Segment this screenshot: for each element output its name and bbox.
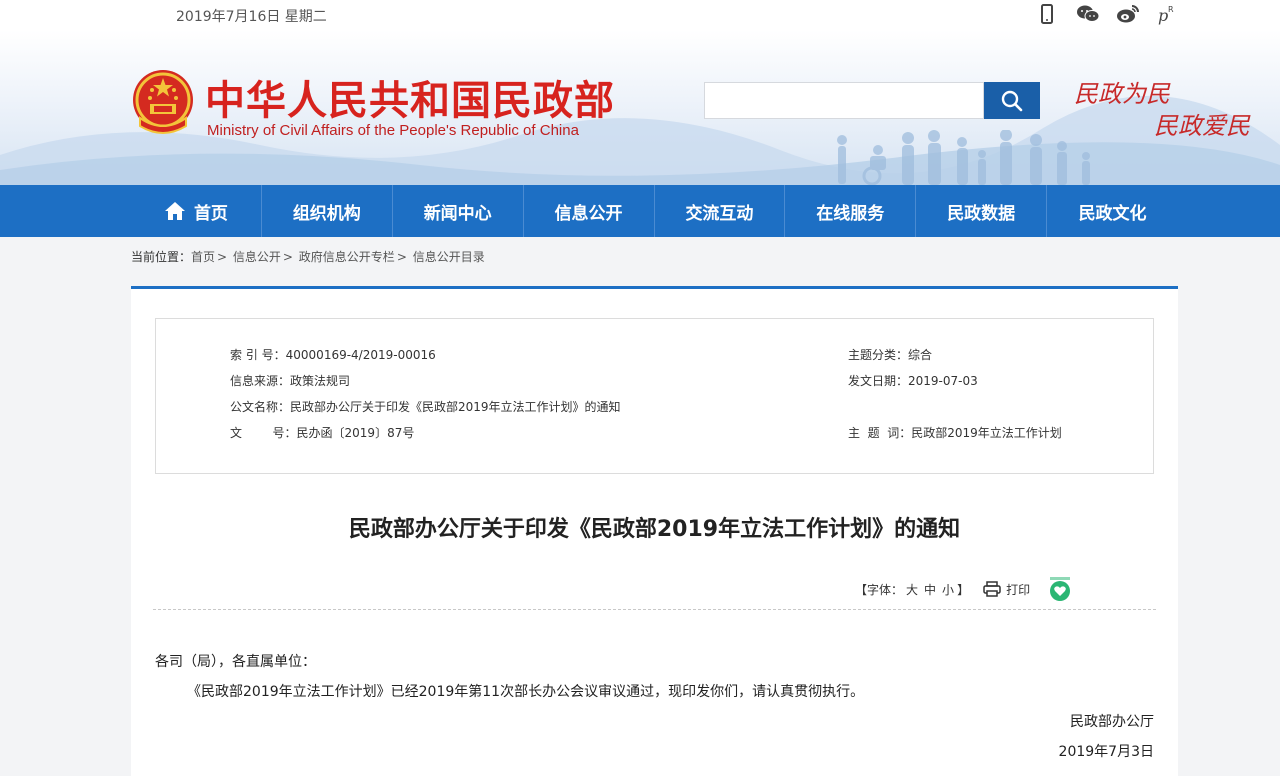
print-button[interactable]: 打印	[983, 581, 1030, 598]
meta-source: 信息来源：政策法规司	[230, 372, 350, 389]
nav-item-data[interactable]: 民政数据	[916, 185, 1048, 237]
svg-text:p: p	[1158, 6, 1168, 25]
meta-date: 发文日期：2019-07-03	[848, 372, 978, 389]
nav-item-organization[interactable]: 组织机构	[262, 185, 393, 237]
meta-keywords-label: 主 题 词：	[848, 426, 912, 440]
meta-category-label: 主题分类：	[848, 348, 909, 362]
main-content: 索 引 号：40000169-4/2019-00016 信息来源：政策法规司 公…	[131, 286, 1178, 776]
meta-category: 主题分类：综合	[848, 346, 932, 363]
search-box	[704, 82, 1040, 119]
meta-date-label: 发文日期：	[848, 374, 909, 388]
font-size-small[interactable]: 小	[942, 581, 954, 598]
meta-index: 索 引 号：40000169-4/2019-00016	[230, 346, 436, 363]
main-nav: 首页 组织机构 新闻中心 信息公开 交流互动 在线服务 民政数据 民政文化	[0, 185, 1280, 237]
document-greeting: 各司（局），各直属单位：	[155, 654, 316, 670]
wechat-icon[interactable]	[1076, 3, 1100, 25]
meta-keywords-value: 民政部2019年立法工作计划	[911, 426, 1062, 440]
printer-icon	[983, 581, 1001, 597]
breadcrumb-prefix: 当前位置：	[131, 250, 192, 264]
document-metadata-box: 索 引 号：40000169-4/2019-00016 信息来源：政策法规司 公…	[155, 318, 1154, 474]
share-icon[interactable]	[1048, 577, 1072, 601]
font-size-large[interactable]: 大	[906, 581, 918, 598]
nav-item-home[interactable]: 首页	[131, 185, 262, 237]
meta-doc-name-label: 公文名称：	[230, 400, 291, 414]
article-tools: 【字体： 大 中 小 】 打印	[855, 577, 1072, 601]
slogan-line-2: 民政爱民	[1154, 112, 1250, 140]
site-subtitle: Ministry of Civil Affairs of the People'…	[207, 122, 579, 139]
national-emblem-icon[interactable]	[130, 68, 196, 138]
weibo-icon[interactable]	[1116, 3, 1139, 25]
divider	[153, 609, 1156, 610]
search-button[interactable]	[984, 82, 1040, 119]
breadcrumb-info-disclosure[interactable]: 信息公开	[233, 250, 281, 264]
meta-keywords: 主 题 词：民政部2019年立法工作计划	[848, 424, 1062, 441]
site-title[interactable]: 中华人民共和国民政部	[205, 68, 615, 126]
breadcrumb-info-catalog[interactable]: 信息公开目录	[413, 250, 485, 264]
meta-doc-name-value: 民政部办公厅关于印发《民政部2019年立法工作计划》的通知	[290, 400, 621, 414]
document-paragraph: 《民政部2019年立法工作计划》已经2019年第11次部长办公会议审议通过，现印…	[187, 684, 865, 700]
meta-doc-number-label: 文 号：	[230, 426, 297, 440]
mobile-icon[interactable]	[1036, 3, 1058, 25]
meta-source-value: 政策法规司	[290, 374, 351, 388]
site-header: 中华人民共和国民政部 Ministry of Civil Affairs of …	[0, 30, 1280, 185]
slogan-line-1: 民政为民	[1074, 80, 1170, 108]
meta-category-value: 综合	[908, 348, 933, 362]
search-input[interactable]	[704, 82, 984, 119]
meta-date-value: 2019-07-03	[908, 374, 978, 388]
document-sign-date: 2019年7月3日	[1058, 744, 1154, 760]
meta-index-label: 索 引 号：	[230, 348, 286, 362]
search-icon	[1001, 90, 1023, 111]
meta-index-value: 40000169-4/2019-00016	[285, 348, 436, 362]
nav-item-culture[interactable]: 民政文化	[1047, 185, 1178, 237]
nav-item-interaction[interactable]: 交流互动	[655, 185, 786, 237]
meta-doc-number: 文 号：民办函〔2019〕87号	[230, 424, 414, 441]
top-utility-bar: 2019年7月16日 星期二 pR	[0, 0, 1280, 30]
meta-doc-name: 公文名称：民政部办公厅关于印发《民政部2019年立法工作计划》的通知	[230, 398, 621, 415]
breadcrumb: 当前位置：首页 > 信息公开 > 政府信息公开专栏 > 信息公开目录	[131, 250, 485, 264]
people-silhouette-graphic	[837, 130, 1090, 185]
home-icon	[164, 202, 185, 220]
svg-text:R: R	[1168, 5, 1174, 14]
font-size-bracket-end: 】	[957, 582, 970, 597]
print-label: 打印	[1006, 582, 1031, 597]
top-icons: pR	[1036, 3, 1178, 25]
font-size-medium[interactable]: 中	[924, 581, 936, 598]
breadcrumb-home[interactable]: 首页	[191, 250, 215, 264]
font-size-label: 【字体：	[855, 582, 904, 597]
current-date: 2019年7月16日 星期二	[176, 9, 327, 25]
meta-source-label: 信息来源：	[230, 374, 291, 388]
nav-item-info-disclosure[interactable]: 信息公开	[524, 185, 655, 237]
nav-item-news[interactable]: 新闻中心	[393, 185, 524, 237]
document-title: 民政部办公厅关于印发《民政部2019年立法工作计划》的通知	[348, 517, 961, 542]
nav-item-home-label: 首页	[193, 203, 228, 224]
rss-icon[interactable]: pR	[1156, 3, 1178, 25]
meta-doc-number-value: 民办函〔2019〕87号	[296, 426, 415, 440]
nav-item-online-services[interactable]: 在线服务	[785, 185, 917, 237]
document-signer: 民政部办公厅	[1070, 714, 1154, 730]
breadcrumb-gov-info-column[interactable]: 政府信息公开专栏	[299, 250, 395, 264]
